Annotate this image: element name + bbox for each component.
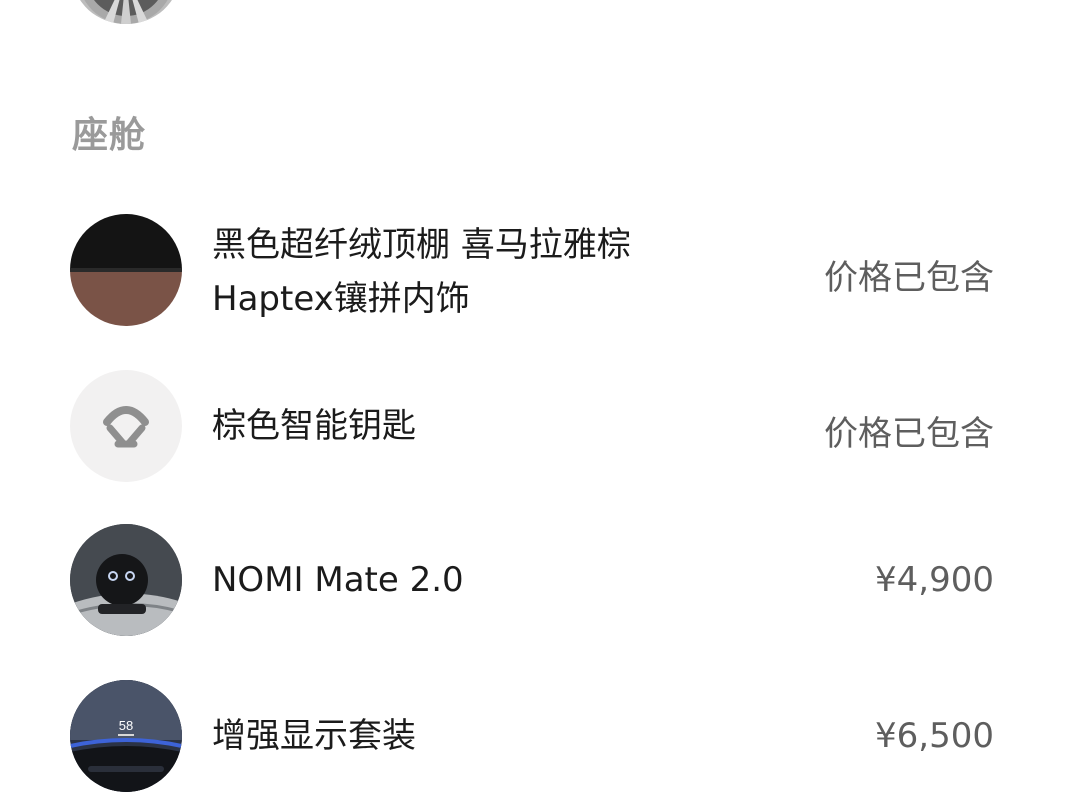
- option-list-page: 座舱 黑色超纤绒顶棚 喜马拉雅棕 Haptex镶拼内饰 价格已包含 棕色智能钥匙: [0, 0, 1080, 810]
- option-name: NOMI Mate 2.0: [212, 560, 464, 600]
- nio-logo-icon: [103, 406, 149, 448]
- nomi-robot-thumbnail: [70, 524, 182, 636]
- option-price: ¥6,500: [875, 716, 994, 756]
- option-row-nomi-mate[interactable]: NOMI Mate 2.0 ¥4,900: [0, 524, 1080, 636]
- option-price: 价格已包含: [824, 414, 994, 454]
- hud-speed-readout: 58: [119, 718, 133, 733]
- option-name-line2: Haptex镶拼内饰: [212, 279, 470, 319]
- option-price: ¥4,900: [875, 560, 994, 600]
- option-price: 价格已包含: [824, 258, 994, 298]
- wheel-thumbnail[interactable]: [73, 0, 179, 24]
- option-name-line1: 黑色超纤绒顶棚 喜马拉雅棕: [212, 225, 631, 265]
- option-row-headliner-trim[interactable]: 黑色超纤绒顶棚 喜马拉雅棕 Haptex镶拼内饰 价格已包含: [0, 214, 1080, 326]
- option-name: 增强显示套装: [212, 716, 416, 756]
- smart-key-thumbnail: [70, 370, 182, 482]
- trim-swatch-thumbnail: [70, 214, 182, 326]
- wheel-icon: [84, 0, 168, 24]
- option-name: 黑色超纤绒顶棚 喜马拉雅棕 Haptex镶拼内饰: [212, 218, 631, 326]
- option-row-smart-key[interactable]: 棕色智能钥匙 价格已包含: [0, 370, 1080, 482]
- option-name: 棕色智能钥匙: [212, 406, 416, 446]
- section-title-cabin: 座舱: [72, 115, 147, 156]
- option-row-enhanced-display[interactable]: 58 增强显示套装 ¥6,500: [0, 680, 1080, 792]
- hud-display-thumbnail: 58: [70, 680, 182, 792]
